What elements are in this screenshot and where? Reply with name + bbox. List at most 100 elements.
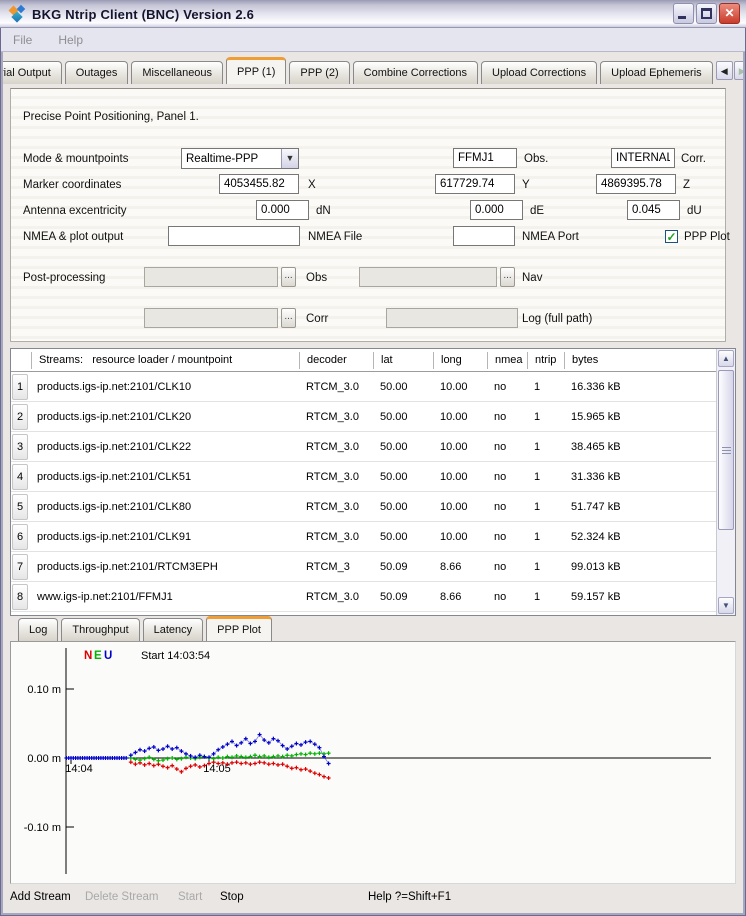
arrow-down-icon: ▼: [722, 601, 730, 610]
menubar: File Help: [1, 28, 745, 52]
bottom-bar: Add Stream Delete Stream Start Stop Help…: [0, 884, 746, 913]
post-corr-browse-button[interactable]: ...: [281, 308, 296, 328]
chevron-right-icon: ▶: [739, 66, 743, 76]
minimize-button[interactable]: [673, 3, 694, 24]
maximize-button[interactable]: [696, 3, 717, 24]
tab-serial-output[interactable]: rial Output: [3, 61, 62, 84]
post-nav-browse-button[interactable]: ...: [500, 267, 515, 287]
mode-dropdown-value: Realtime-PPP: [182, 153, 281, 165]
post-log-field[interactable]: [386, 308, 518, 328]
tab-ppp-plot[interactable]: PPP Plot: [206, 616, 272, 641]
post-corr-field[interactable]: [144, 308, 278, 328]
antenna-de-label: dE: [530, 201, 544, 221]
tab-ppp-1[interactable]: PPP (1): [226, 57, 286, 84]
titlebar: BKG Ntrip Client (BNC) Version 2.6 ✕: [0, 0, 746, 28]
app-window: BKG Ntrip Client (BNC) Version 2.6 ✕ Fil…: [0, 0, 746, 916]
close-icon: ✕: [724, 6, 734, 20]
obs-label: Obs.: [524, 149, 548, 169]
svg-text:Start 14:03:54: Start 14:03:54: [141, 650, 210, 662]
tab-outages[interactable]: Outages: [65, 61, 129, 84]
help-button[interactable]: Help ?=Shift+F1: [368, 891, 451, 903]
tab-latency[interactable]: Latency: [143, 618, 204, 641]
app-icon: [9, 5, 27, 23]
mode-dropdown[interactable]: Realtime-PPP ▼: [181, 148, 299, 169]
marker-z-field[interactable]: [596, 174, 676, 194]
table-scrollbar[interactable]: ▲ ▼: [716, 349, 735, 615]
marker-y-field[interactable]: [435, 174, 515, 194]
svg-text:0.00 m: 0.00 m: [27, 753, 61, 765]
window-title: BKG Ntrip Client (BNC) Version 2.6: [32, 7, 254, 22]
close-button[interactable]: ✕: [719, 3, 740, 24]
tab-scroll-right-button[interactable]: ▶: [734, 61, 743, 80]
antenna-du-label: dU: [687, 201, 702, 221]
antenna-dn-field[interactable]: [256, 200, 309, 220]
header-mountpoint: Streams: resource loader / mountpoint: [31, 352, 299, 369]
scroll-up-button[interactable]: ▲: [718, 350, 734, 367]
tab-upload-ephemeris[interactable]: Upload Ephemeris: [600, 61, 713, 84]
antenna-du-field[interactable]: [627, 200, 680, 220]
svg-text:E: E: [94, 650, 102, 662]
scrollbar-thumb[interactable]: [718, 370, 734, 530]
marker-x-label: X: [308, 175, 316, 195]
ppp-plot-chart: 0.10 m0.00 m-0.10 m14:0414:05NEUStart 14…: [11, 642, 735, 883]
nmea-port-label: NMEA Port: [522, 227, 579, 247]
table-row[interactable]: 2 products.igs-ip.net:2101/CLK20 RTCM_3.…: [11, 402, 716, 432]
maximize-icon: [701, 8, 712, 19]
menu-file[interactable]: File: [13, 33, 32, 47]
svg-text:-0.10 m: -0.10 m: [24, 822, 61, 834]
table-row[interactable]: 7 products.igs-ip.net:2101/RTCM3EPH RTCM…: [11, 552, 716, 582]
chevron-down-icon[interactable]: ▼: [281, 149, 298, 168]
table-row[interactable]: 8 www.igs-ip.net:2101/FFMJ1 RTCM_3.0 50.…: [11, 582, 716, 612]
svg-text:0.10 m: 0.10 m: [27, 684, 61, 696]
thumb-grip-icon: [722, 447, 731, 454]
tab-throughput[interactable]: Throughput: [61, 618, 139, 641]
svg-text:U: U: [104, 650, 112, 662]
antenna-dn-label: dN: [316, 201, 331, 221]
panel-title: Precise Point Positioning, Panel 1.: [23, 107, 199, 127]
nmea-port-field[interactable]: [453, 226, 515, 246]
add-stream-button[interactable]: Add Stream: [10, 891, 71, 903]
scroll-down-button[interactable]: ▼: [718, 597, 734, 614]
ppp-plot-panel: 0.10 m0.00 m-0.10 m14:0414:05NEUStart 14…: [10, 641, 736, 884]
table-row[interactable]: 1 products.igs-ip.net:2101/CLK10 RTCM_3.…: [11, 372, 716, 402]
table-row[interactable]: 4 products.igs-ip.net:2101/CLK51 RTCM_3.…: [11, 462, 716, 492]
nmea-file-field[interactable]: [168, 226, 300, 246]
bottom-tabbar: Log Throughput Latency PPP Plot: [10, 618, 736, 641]
header-bytes: bytes: [564, 352, 716, 369]
ppp-plot-checkbox[interactable]: ✓: [665, 230, 678, 243]
marker-x-field[interactable]: [219, 174, 299, 194]
arrow-up-icon: ▲: [722, 354, 730, 363]
menu-help[interactable]: Help: [58, 33, 83, 47]
start-button[interactable]: Start: [178, 891, 202, 903]
corr-mountpoint-field[interactable]: [611, 148, 675, 168]
svg-text:14:04: 14:04: [65, 763, 93, 775]
tab-combine-corrections[interactable]: Combine Corrections: [353, 61, 478, 84]
streams-table-header: Streams: resource loader / mountpoint de…: [11, 349, 716, 372]
post-obs-field[interactable]: [144, 267, 278, 287]
post-corr-label: Corr: [306, 309, 328, 329]
antenna-de-field[interactable]: [470, 200, 523, 220]
post-nav-label: Nav: [522, 268, 542, 288]
ppp-panel: Precise Point Positioning, Panel 1. Mode…: [10, 88, 726, 342]
stop-button[interactable]: Stop: [220, 891, 244, 903]
header-ntrip: ntrip: [527, 352, 564, 369]
chevron-left-icon: ◀: [721, 66, 728, 76]
post-obs-browse-button[interactable]: ...: [281, 267, 296, 287]
tab-miscellaneous[interactable]: Miscellaneous: [131, 61, 223, 84]
tab-ppp-2[interactable]: PPP (2): [289, 61, 349, 84]
delete-stream-button[interactable]: Delete Stream: [85, 891, 159, 903]
header-decoder: decoder: [299, 352, 373, 369]
tab-upload-corrections[interactable]: Upload Corrections: [481, 61, 597, 84]
corr-label: Corr.: [681, 149, 706, 169]
tab-log[interactable]: Log: [18, 618, 58, 641]
header-lat: lat: [373, 352, 433, 369]
table-row[interactable]: 5 products.igs-ip.net:2101/CLK80 RTCM_3.…: [11, 492, 716, 522]
streams-table: Streams: resource loader / mountpoint de…: [10, 348, 736, 616]
tab-scroll-left-button[interactable]: ◀: [716, 61, 733, 80]
obs-mountpoint-field[interactable]: [453, 148, 517, 168]
table-row[interactable]: 3 products.igs-ip.net:2101/CLK22 RTCM_3.…: [11, 432, 716, 462]
marker-z-label: Z: [683, 175, 690, 195]
post-nav-field[interactable]: [359, 267, 497, 287]
post-processing-label: Post-processing: [23, 268, 105, 288]
table-row[interactable]: 6 products.igs-ip.net:2101/CLK91 RTCM_3.…: [11, 522, 716, 552]
